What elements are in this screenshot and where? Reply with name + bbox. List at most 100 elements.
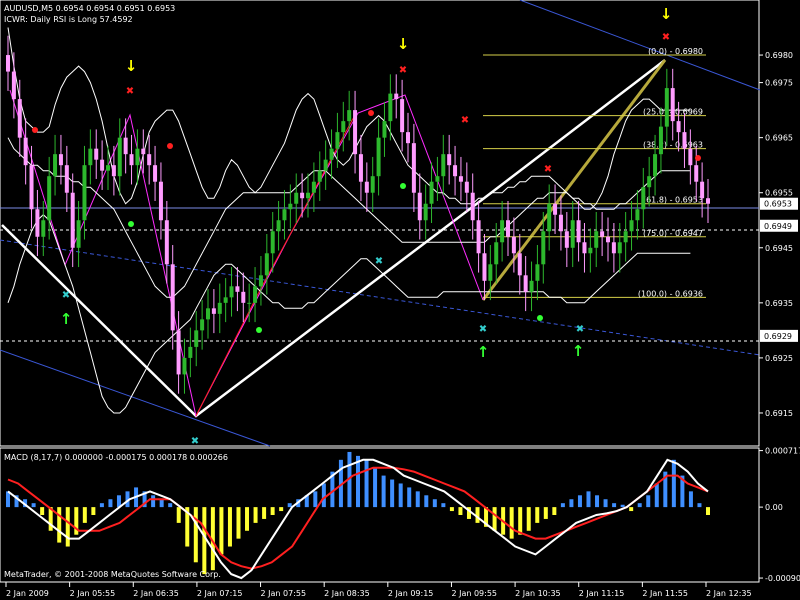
- bull-candle: [570, 220, 575, 248]
- bear-candle: [558, 214, 563, 232]
- bear-candle: [600, 231, 605, 237]
- price-tick-label: 0.6945: [765, 244, 793, 253]
- macd-hist-bar: [569, 499, 574, 508]
- price-tag-label: 0.6929: [764, 332, 792, 341]
- macd-hist-bar: [253, 507, 258, 523]
- bear-candle: [417, 192, 422, 221]
- macd-hist-bar: [193, 507, 198, 563]
- macd-hist-bar: [91, 507, 96, 515]
- bull-candle: [376, 137, 381, 177]
- bull-candle: [653, 154, 658, 177]
- time-tick-label: 2 Jan 11:15: [579, 589, 625, 598]
- macd-hist-bar: [706, 507, 710, 515]
- price-tick-label: 0.6980: [765, 51, 793, 60]
- bear-candle: [523, 275, 528, 292]
- macd-hist-bar: [688, 491, 693, 508]
- macd-hist-bar: [424, 495, 429, 508]
- fib-level-label: (61.8) - 0.6953: [643, 196, 703, 205]
- macd-hist-bar: [612, 503, 617, 508]
- sell-cross: ✖: [461, 115, 469, 126]
- bear-candle: [241, 291, 246, 303]
- resistance-dot: [167, 143, 173, 149]
- macd-hist-bar: [219, 507, 224, 555]
- time-tick-label: 2 Jan 06:35: [133, 589, 179, 598]
- bear-candle: [6, 55, 10, 72]
- macd-hist-bar: [236, 507, 241, 539]
- price-tick-label: 0.6955: [765, 189, 793, 198]
- bear-candle: [147, 154, 152, 166]
- macd-hist-bar: [176, 507, 181, 523]
- bull-candle: [306, 192, 310, 199]
- bear-candle: [700, 181, 705, 199]
- bull-candle: [541, 231, 546, 265]
- bull-candle: [88, 148, 93, 166]
- macd-header: MACD (8,17,7) 0.000000 -0.000175 0.00017…: [4, 453, 228, 462]
- time-tick-label: 2 Jan 07:55: [261, 589, 307, 598]
- bear-candle: [688, 148, 693, 166]
- fib-level-label: (100.0) - 0.6936: [638, 289, 703, 298]
- time-tick-label: 2 Jan 2009: [6, 589, 49, 598]
- bear-candle: [11, 71, 16, 100]
- bull-candle: [200, 319, 205, 331]
- macd-hist-bar: [603, 499, 608, 508]
- fib-level-label: (75.0) - 0.6947: [643, 229, 703, 238]
- time-tick-label: 2 Jan 05:55: [70, 589, 116, 598]
- bear-candle: [706, 198, 710, 204]
- buy-arrow: ↑: [477, 343, 490, 361]
- bull-candle: [664, 88, 669, 127]
- macd-hist-bar: [364, 459, 369, 508]
- bear-candle: [141, 148, 146, 155]
- bear-candle: [682, 132, 687, 149]
- bull-candle: [276, 220, 281, 232]
- support-dot: [256, 327, 262, 333]
- fib-level-label: (0.0) - 0.6980: [648, 47, 703, 56]
- macd-hist-bar: [671, 459, 676, 508]
- buy-cross: ✖: [576, 324, 584, 335]
- bull-candle: [117, 137, 122, 177]
- macd-hist-bar: [543, 507, 548, 519]
- macd-hist-bar: [287, 503, 292, 508]
- macd-hist-bar: [356, 455, 360, 508]
- bull-candle: [223, 297, 228, 303]
- bull-candle: [106, 165, 110, 171]
- bull-candle: [182, 357, 187, 375]
- bear-candle: [176, 330, 181, 375]
- price-tick-label: 0.6915: [765, 409, 793, 418]
- bear-candle: [129, 154, 134, 166]
- macd-hist-bar: [31, 503, 36, 508]
- bull-candle: [217, 302, 222, 314]
- bear-candle: [517, 253, 522, 276]
- bull-candle: [270, 231, 275, 254]
- macd-tick-label: -0.00090: [765, 574, 800, 583]
- bear-candle: [235, 286, 240, 292]
- bull-candle: [288, 203, 293, 210]
- resistance-dot: [32, 127, 38, 133]
- macd-hist-bar: [595, 495, 600, 508]
- macd-hist-bar: [151, 495, 156, 508]
- macd-hist-bar: [227, 507, 232, 547]
- macd-hist-bar: [620, 504, 625, 508]
- bear-candle: [100, 159, 105, 171]
- bull-candle: [194, 330, 199, 347]
- buy-cross: ✖: [479, 324, 487, 335]
- bull-candle: [588, 247, 593, 254]
- bear-candle: [35, 209, 40, 237]
- macd-tick-label: 0.000717: [765, 447, 800, 456]
- macd-hist-bar: [279, 507, 284, 512]
- sell-cross: ✖: [399, 65, 407, 76]
- bull-candle: [188, 346, 193, 358]
- bear-candle: [170, 264, 175, 331]
- bull-candle: [629, 220, 634, 232]
- macd-hist-bar: [202, 507, 207, 575]
- macd-hist-bar: [82, 507, 87, 523]
- time-tick-label: 2 Jan 11:55: [642, 589, 688, 598]
- bear-candle: [94, 148, 99, 160]
- bear-candle: [58, 154, 63, 166]
- bear-candle: [158, 181, 163, 221]
- bear-candle: [358, 154, 363, 182]
- bull-candle: [547, 203, 552, 232]
- buy-cross: ✖: [62, 290, 70, 301]
- macd-hist-bar: [99, 503, 104, 508]
- bear-candle: [606, 236, 610, 243]
- sell-arrow: ↓: [660, 5, 673, 23]
